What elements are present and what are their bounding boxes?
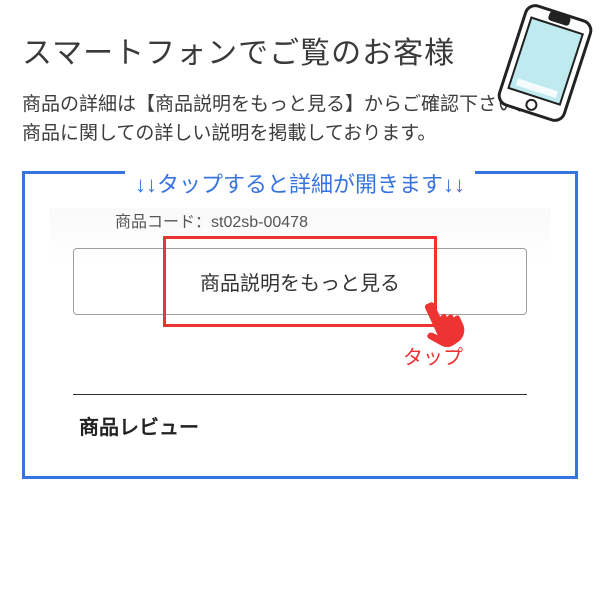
panel-header: ↓↓タップすると詳細が開きます↓↓ [125, 167, 475, 199]
product-code-label: 商品コード： [115, 214, 211, 231]
product-code-value: st02sb-00478 [211, 214, 308, 231]
description-line-1: 商品の詳細は【商品説明をもっと見る】からご確認下さい。 [22, 94, 535, 115]
expand-button-label: 商品説明をもっと見る [200, 273, 400, 295]
divider [73, 394, 527, 395]
instruction-panel: 商品コード：st02sb-00478 商品説明をもっと見る タップ 商品レビュー [22, 171, 578, 479]
smartphone-icon [493, 0, 597, 127]
description-line-2: 商品に関しての詳しい説明を掲載しております。 [22, 123, 436, 144]
product-code: 商品コード：st02sb-00478 [115, 208, 533, 232]
review-heading: 商品レビュー [79, 411, 533, 440]
page-title: スマートフォンでご覧のお客様 [22, 28, 578, 72]
tap-label: タップ [67, 341, 463, 370]
